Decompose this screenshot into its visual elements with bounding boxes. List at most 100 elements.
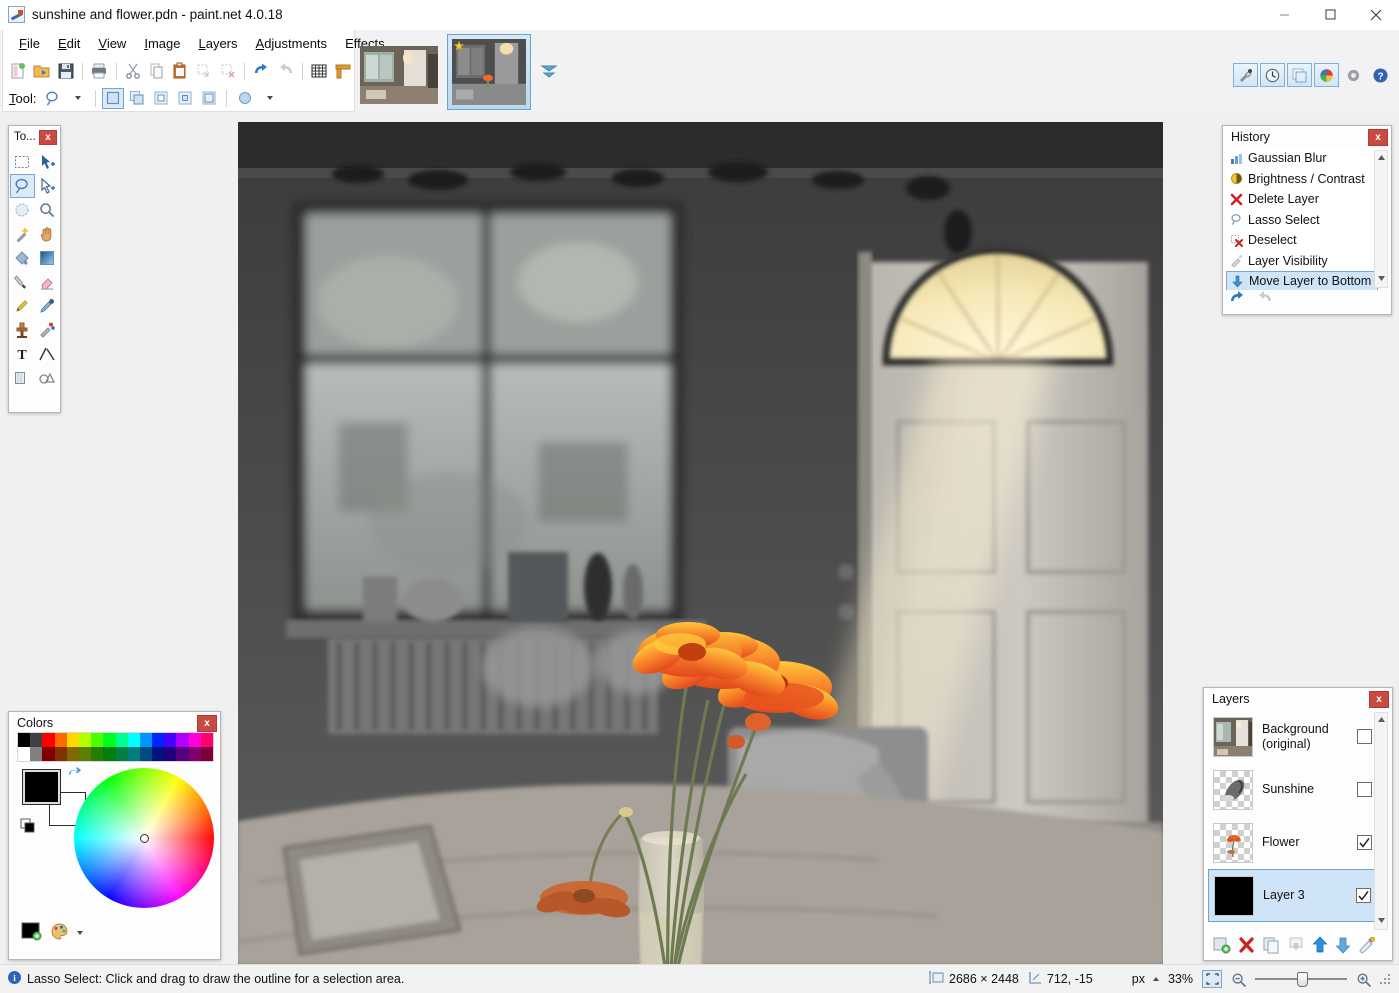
palette-swatch[interactable] <box>152 747 165 761</box>
history-item-delete-layer[interactable]: Delete Layer <box>1226 189 1378 210</box>
palette-swatch[interactable] <box>139 733 153 747</box>
copy-icon[interactable] <box>145 60 168 83</box>
palette-swatch[interactable] <box>30 747 43 761</box>
palette-swatch[interactable] <box>139 747 153 761</box>
toggle-layers-button[interactable] <box>1287 63 1312 87</box>
units-caret-icon[interactable] <box>1152 977 1159 981</box>
scroll-up-icon[interactable] <box>1375 151 1387 164</box>
palette-swatch[interactable] <box>54 747 67 761</box>
palette-swatch[interactable] <box>127 733 140 747</box>
layers-panel-close-icon[interactable]: x <box>1369 690 1389 708</box>
menu-image[interactable]: Image <box>135 32 189 55</box>
tool-recolor[interactable] <box>35 318 60 342</box>
palette-swatch[interactable] <box>18 747 31 761</box>
antialiasing-caret[interactable] <box>258 87 281 110</box>
duplicate-layer-icon[interactable] <box>1262 936 1280 957</box>
tool-zoom[interactable] <box>35 198 60 222</box>
tool-dropdown-caret[interactable] <box>66 87 89 110</box>
paste-icon[interactable] <box>169 60 192 83</box>
zoom-slider-knob[interactable] <box>1297 972 1308 987</box>
image-canvas[interactable] <box>238 122 1163 964</box>
layer-visibility-checkbox[interactable] <box>1356 888 1371 903</box>
palette-swatch[interactable] <box>66 733 79 747</box>
history-item-deselect[interactable]: Deselect <box>1226 230 1378 251</box>
tool-lasso-select[interactable] <box>9 174 35 198</box>
move-layer-down-icon[interactable] <box>1335 936 1351 957</box>
tool-move-selected[interactable] <box>35 150 60 174</box>
selection-mode-intersect[interactable] <box>174 88 196 109</box>
layers-panel-header[interactable]: Layers x <box>1204 688 1392 710</box>
palette-swatch[interactable] <box>176 747 189 761</box>
layer-visibility-checkbox[interactable] <box>1357 835 1372 850</box>
tool-rectangle-select[interactable] <box>10 150 35 174</box>
color-wheel-cursor[interactable] <box>139 833 149 843</box>
layers-scrollbar[interactable] <box>1374 712 1388 930</box>
minimize-button[interactable] <box>1261 0 1307 30</box>
tab-thumbnail-2[interactable] <box>447 34 531 110</box>
add-layer-icon[interactable] <box>1212 936 1231 957</box>
tool-clone-stamp[interactable] <box>10 318 35 342</box>
scroll-up-icon[interactable] <box>1375 713 1387 726</box>
history-scroll-track[interactable] <box>1375 164 1387 272</box>
color-wheel[interactable] <box>74 768 214 908</box>
scroll-down-icon[interactable] <box>1375 914 1387 927</box>
menu-adjustments[interactable]: Adjustments <box>247 32 337 55</box>
zoom-level-group[interactable]: 33% <box>1168 972 1193 986</box>
tool-magic-wand[interactable] <box>10 222 35 246</box>
palette-swatch[interactable] <box>127 747 140 761</box>
palette-swatch[interactable] <box>30 733 43 747</box>
palette-swatch[interactable] <box>42 733 55 747</box>
layer-visibility-checkbox[interactable] <box>1357 729 1372 744</box>
selection-mode-union[interactable] <box>126 88 148 109</box>
tool-pan[interactable] <box>35 222 60 246</box>
palette-swatch[interactable] <box>103 733 116 747</box>
tab-thumbnail-1[interactable] <box>360 46 438 104</box>
palette-swatch[interactable] <box>42 747 55 761</box>
tool-pencil[interactable] <box>10 294 35 318</box>
palette-swatch[interactable] <box>54 733 67 747</box>
history-item-layer-visibility[interactable]: Layer Visibility <box>1226 251 1378 272</box>
tool-paintbrush[interactable] <box>10 270 35 294</box>
resize-grip-icon[interactable] <box>1380 973 1391 985</box>
primary-color-swatch[interactable] <box>22 769 61 805</box>
tools-panel-header[interactable]: To... x <box>9 126 60 148</box>
deselect-all-icon[interactable] <box>217 60 240 83</box>
print-image-icon[interactable] <box>88 60 111 83</box>
palette-swatch[interactable] <box>91 733 104 747</box>
layers-list[interactable]: Background (original) Sunshine Flower La… <box>1208 710 1376 932</box>
tools-panel-close-icon[interactable]: x <box>39 129 57 145</box>
save-image-icon[interactable] <box>54 60 77 83</box>
layer-row-sunshine[interactable]: Sunshine <box>1208 763 1376 816</box>
tool-text[interactable]: T <box>10 342 35 366</box>
rulers-icon[interactable] <box>331 60 354 83</box>
menu-layers[interactable]: Layers <box>189 32 246 55</box>
move-layer-up-icon[interactable] <box>1312 936 1328 957</box>
selection-mode-xor[interactable] <box>198 88 220 109</box>
tool-eraser[interactable] <box>35 270 60 294</box>
history-item-lasso-select[interactable]: Lasso Select <box>1226 210 1378 231</box>
palette-swatch[interactable] <box>200 747 213 761</box>
transparency-swatch-icon[interactable] <box>21 922 42 944</box>
tool-color-picker[interactable] <box>35 294 60 318</box>
tool-rectangle-shape[interactable] <box>10 366 35 390</box>
menu-edit[interactable]: Edit <box>49 32 89 55</box>
open-image-icon[interactable] <box>31 60 54 83</box>
palette-swatch[interactable] <box>152 733 165 747</box>
layer-row-flower[interactable]: Flower <box>1208 816 1376 869</box>
history-redo-icon[interactable] <box>1255 291 1273 310</box>
fit-to-window-button[interactable] <box>1202 970 1222 988</box>
palette-row-dark[interactable] <box>18 747 213 761</box>
maximize-button[interactable] <box>1307 0 1353 30</box>
tool-move-selection[interactable] <box>35 174 60 198</box>
delete-layer-icon[interactable] <box>1238 936 1255 957</box>
colors-panel-close-icon[interactable]: x <box>197 714 217 732</box>
cut-icon[interactable] <box>122 60 145 83</box>
settings-gear-icon[interactable] <box>1341 63 1366 87</box>
close-button[interactable] <box>1353 0 1399 30</box>
tool-line-curve[interactable] <box>35 342 60 366</box>
layers-scroll-track[interactable] <box>1375 726 1387 914</box>
history-panel-header[interactable]: History x <box>1223 126 1391 148</box>
units-group[interactable]: px <box>1132 972 1159 986</box>
tab-list-dropdown-icon[interactable] <box>540 62 558 80</box>
merge-layer-down-icon[interactable] <box>1287 936 1305 957</box>
